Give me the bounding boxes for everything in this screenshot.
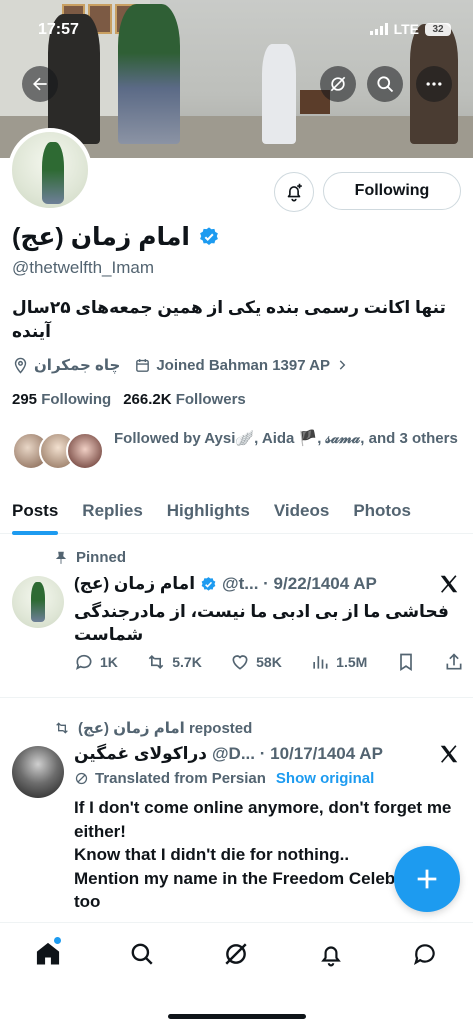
battery-icon: 32 [425,22,451,36]
profile-tabs: Posts Replies Highlights Videos Photos [0,488,473,535]
tab-videos[interactable]: Videos [262,488,341,534]
more-button[interactable] [416,66,452,102]
more-icon [426,82,442,86]
compose-button[interactable] [394,846,460,912]
profile-name-row: امام زمان (عج) [12,222,220,252]
tab-photos[interactable]: Photos [341,488,423,534]
share-icon [446,653,462,670]
reply-button[interactable]: 1K [74,652,118,672]
bell-plus-icon [287,183,302,202]
post-actions: 1K 5.7K 58K 1.5M [74,652,464,672]
followers-stat[interactable]: 266.2K Followers [123,391,246,408]
reply-icon [76,654,92,670]
post-pinned[interactable]: Pinned امام زمان (عج) @t... · 9/22/1404 … [0,540,473,698]
post-author-name[interactable]: امام زمان (عج) [74,574,195,594]
following-button[interactable]: Following [323,172,461,210]
unread-dot [54,937,61,944]
notifications-icon [321,946,341,967]
nav-search[interactable] [127,939,157,969]
following-stat[interactable]: 295 Following [12,391,111,408]
translation-bar: Translated from Persian Show original [74,770,374,787]
verified-badge-icon [201,576,216,591]
tab-posts[interactable]: Posts [0,488,70,535]
bottom-navigation [0,922,473,1024]
views-chart-icon [313,656,328,669]
post-text: فحاشی ما از بی ادبی ما نیست، از مادرجندگ… [74,602,449,644]
repost-icon [148,654,164,670]
signal-icon [369,23,388,35]
calendar-icon [136,358,150,372]
post-meta: @t... · 9/22/1404 AP [222,574,377,593]
post-author-name[interactable]: دراکولای غمگین [74,744,207,764]
grok-icon [225,943,247,965]
post-avatar[interactable] [12,746,64,798]
location: چاه جمکران [12,356,120,374]
messages-icon [413,944,435,965]
verified-badge-icon[interactable] [198,226,220,248]
search-button[interactable] [367,66,403,102]
plus-icon [417,869,437,889]
banner-figure [118,4,180,144]
network-label: LTE [393,21,419,37]
follow-stats: 295 Following 266.2K Followers [12,391,246,408]
show-original-link[interactable]: Show original [276,770,374,787]
profile-meta: چاه جمکران Joined Bahman 1397 AP [12,356,349,374]
post-text-line: If I don't come online anymore, don't fo… [74,798,452,841]
translate-icon [75,772,88,785]
post-meta: @D... · 10/17/1404 AP [211,744,383,763]
grok-button[interactable] [320,66,356,102]
nav-grok[interactable] [221,939,251,969]
banner-figure [262,44,296,144]
heart-icon [232,655,248,670]
join-date-text: Joined Bahman 1397 AP [156,356,331,374]
repost-icon [56,722,68,734]
location-pin-icon [14,357,27,374]
views-button[interactable]: 1.5M [310,652,367,672]
tab-replies[interactable]: Replies [70,488,154,534]
followed-by-text: Followed by Aysi🪽, Aida 🏴, 𝓈𝒶𝓂𝒶, and 3 o… [114,430,458,447]
x-logo-icon [440,575,458,593]
translated-label: Translated from Persian [95,770,266,787]
profile-bio: تنها اکانت رسمی بنده یکی از همین جمعه‌ها… [12,298,446,341]
home-indicator [168,1014,306,1019]
x-logo-icon [440,745,458,763]
post-avatar[interactable] [12,576,64,628]
tab-highlights[interactable]: Highlights [155,488,262,534]
post-header: امام زمان (عج) @t... · 9/22/1404 AP [74,574,377,594]
grok-icon [330,76,346,92]
nav-messages[interactable] [410,939,440,969]
status-time: 17:57 [38,21,79,38]
join-date[interactable]: Joined Bahman 1397 AP [134,357,349,374]
chevron-right-icon [339,360,346,370]
notifications-button[interactable] [274,172,314,212]
back-button[interactable] [22,66,58,102]
pinned-label: Pinned [54,549,126,566]
bookmark-button[interactable] [396,652,416,672]
post-header: دراکولای غمگین @D... · 10/17/1404 AP [74,744,383,764]
location-text: چاه جمکران [34,357,121,374]
share-button[interactable] [444,652,464,672]
like-button[interactable]: 58K [230,652,282,672]
repost-label: امام زمان (عج) reposted [54,719,252,737]
repost-button[interactable]: 5.7K [146,652,202,672]
profile-avatar[interactable] [8,128,92,212]
bookmark-icon [399,653,412,672]
mutual-avatars [12,432,104,472]
back-arrow-icon [33,77,47,91]
search-icon [377,76,394,93]
display-name: امام زمان (عج) [12,223,190,251]
followed-by[interactable]: Followed by Aysi🪽, Aida 🏴, 𝓈𝒶𝓂𝒶, and 3 o… [12,426,459,472]
nav-notifications[interactable] [316,939,346,969]
search-icon [131,943,153,965]
profile-handle: @thetwelfth_Imam [12,258,154,277]
home-icon [36,942,60,965]
status-indicators: LTE 32 [369,21,451,37]
pin-icon [55,551,67,564]
